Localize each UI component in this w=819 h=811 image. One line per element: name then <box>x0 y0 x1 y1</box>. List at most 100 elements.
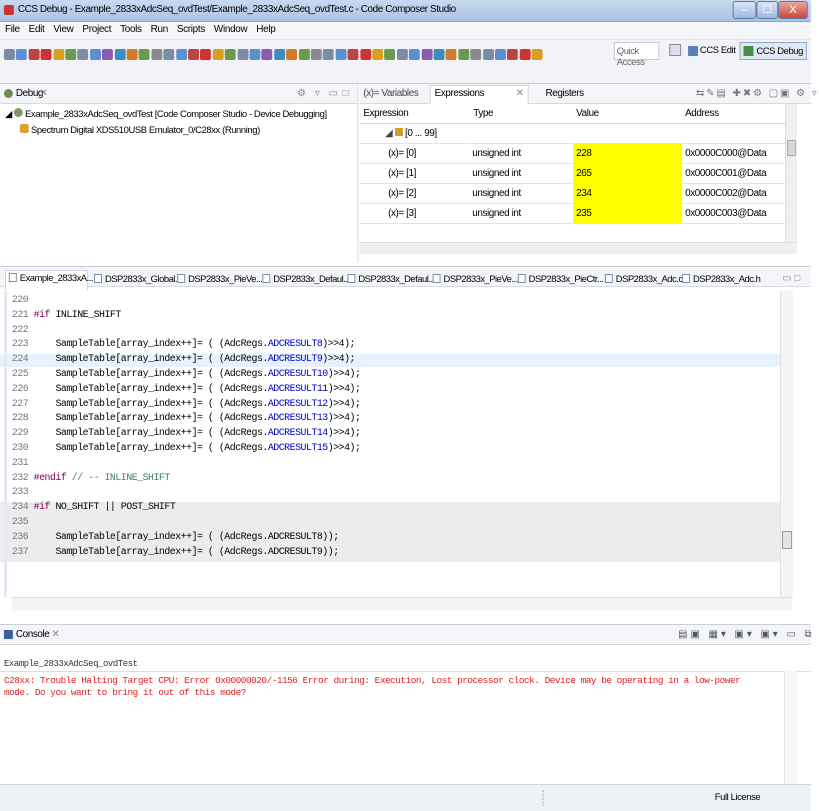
close-icon[interactable]: ✕ <box>51 629 59 640</box>
toolbar-button-icon[interactable] <box>458 49 470 60</box>
menu-file[interactable]: File <box>0 22 24 35</box>
toolbar-button-icon[interactable] <box>102 49 114 60</box>
editor-hscrollbar[interactable] <box>11 597 792 611</box>
toolbar-button-icon[interactable] <box>138 49 150 60</box>
maximize-view-icon[interactable]: □ <box>343 88 349 99</box>
expression-row[interactable]: (x)= [2] unsigned int 234 0x0000C002@Data <box>359 184 786 204</box>
editor-tab[interactable]: DSP2833x_PieVe... <box>430 272 521 288</box>
col-value[interactable]: Value <box>576 108 599 119</box>
toolbar-button-icon[interactable] <box>409 49 420 60</box>
toolbar-button-icon[interactable] <box>151 49 163 60</box>
menu-run[interactable]: Run <box>146 22 172 35</box>
editor-vscrollbar[interactable] <box>780 291 793 597</box>
toolbar-button-icon[interactable] <box>445 49 457 60</box>
toolbar-button-icon[interactable] <box>433 49 445 60</box>
editor-tab[interactable]: DSP2833x_PieVe... <box>174 272 265 288</box>
toolbar-button-icon[interactable] <box>274 49 285 60</box>
close-button[interactable]: X <box>778 1 808 19</box>
menu-view[interactable]: View <box>48 22 77 35</box>
editor-tab[interactable]: DSP2833x_Global... <box>91 272 184 288</box>
toolbar-button-icon[interactable] <box>519 49 531 60</box>
toolbar-button-icon[interactable] <box>65 49 77 60</box>
toolbar-button-icon[interactable] <box>310 49 322 60</box>
toolbar-button-icon[interactable] <box>396 49 408 60</box>
view-menu-icon[interactable]: ⚙ <box>297 88 306 99</box>
col-address[interactable]: Address <box>685 108 719 119</box>
toolbar-button-icon[interactable] <box>175 49 187 60</box>
toolbar-button-icon[interactable] <box>286 49 298 60</box>
menu-scripts[interactable]: Scripts <box>172 22 209 35</box>
close-icon[interactable]: ✕ <box>40 88 48 99</box>
console-tab[interactable]: Console <box>16 629 50 640</box>
toolbar-button-icon[interactable] <box>384 49 396 60</box>
toolbar-button-icon[interactable] <box>89 49 101 60</box>
scroll-thumb[interactable] <box>787 140 796 156</box>
toolbar-button-icon[interactable] <box>114 49 126 60</box>
maximize-editor-icon[interactable]: ▭ □ <box>782 273 800 284</box>
toolbar-button-icon[interactable] <box>335 49 347 60</box>
toolbar-button-icon[interactable] <box>53 49 64 60</box>
editor-tab[interactable]: DSP2833x_Adc.c <box>602 272 686 288</box>
tab-registers[interactable]: Registers <box>545 88 584 99</box>
editor-tab[interactable]: DSP2833x_Defaul... <box>345 272 438 288</box>
maximize-button[interactable]: ☐ <box>756 1 779 19</box>
expressions-toolbar-icons[interactable]: ⇆✎▤ ✚✖⚙ ▢▣ ⚙ ▿▭□ <box>696 88 819 99</box>
minimize-button[interactable]: – <box>732 1 757 19</box>
toolbar-button-icon[interactable] <box>347 49 359 60</box>
toolbar-button-icon[interactable] <box>323 49 335 60</box>
toolbar-button-icon[interactable] <box>224 49 236 60</box>
toolbar-button-icon[interactable] <box>495 49 506 60</box>
toolbar-button-icon[interactable] <box>212 49 224 60</box>
perspective-ccs-edit[interactable]: CCS Edit <box>687 42 737 60</box>
quick-access-input[interactable]: Quick Access <box>613 42 660 68</box>
toolbar-button-icon[interactable] <box>298 49 310 60</box>
toolbar-button-icon[interactable] <box>126 49 138 60</box>
expressions-scrollbar[interactable] <box>785 104 797 244</box>
toolbar-button-icon[interactable] <box>249 49 261 60</box>
col-type[interactable]: Type <box>473 108 493 119</box>
license-status[interactable]: Full License <box>715 792 761 803</box>
toolbar-button-icon[interactable] <box>188 49 199 60</box>
tab-expressions[interactable]: Expressions <box>435 88 485 99</box>
toolbar-button-icon[interactable] <box>531 49 543 60</box>
expressions-hscrollbar[interactable] <box>359 242 797 254</box>
toolbar-button-icon[interactable] <box>482 49 494 60</box>
col-expression[interactable]: Expression <box>363 108 408 119</box>
debug-tree-item-target[interactable]: Spectrum Digital XDS510USB Emulator_0/C2… <box>19 124 260 136</box>
expression-row[interactable]: (x)= [1] unsigned int 265 0x0000C001@Data <box>359 164 786 184</box>
toolbar-button-icon[interactable] <box>77 49 89 60</box>
editor-tab[interactable]: DSP2833x_Defaul... <box>259 272 352 288</box>
toolbar-button-icon[interactable] <box>421 49 433 60</box>
toolbar-button-icon[interactable] <box>16 49 28 60</box>
console-toolbar-icons[interactable]: ▤▣ ▦▾ ▣▾ ▣▾ ▭ ⧉ <box>678 629 814 640</box>
expression-row[interactable]: (x)= [3] unsigned int 235 0x0000C003@Data <box>359 204 786 224</box>
code-area[interactable]: 220 221 #if INLINE_SHIFT 222 223 SampleTable… <box>0 291 811 597</box>
toolbar-button-icon[interactable] <box>237 49 249 60</box>
menu-window[interactable]: Window <box>209 22 251 35</box>
perspective-ccs-debug[interactable]: CCS Debug <box>739 42 807 60</box>
editor-tab[interactable]: DSP2833x_PieCtr... <box>515 272 607 288</box>
chevron-down-icon[interactable]: ▿ <box>315 88 320 99</box>
close-icon[interactable]: ✕ <box>516 88 524 99</box>
menu-project[interactable]: Project <box>77 22 115 35</box>
toolbar-button-icon[interactable] <box>3 49 15 60</box>
toolbar-button-icon[interactable] <box>507 49 519 60</box>
toolbar-button-icon[interactable] <box>372 49 384 60</box>
editor-tab[interactable]: Example_2833xA... <box>4 270 93 290</box>
toolbar-button-icon[interactable] <box>261 49 273 60</box>
editor-tab[interactable]: DSP2833x_Adc.h <box>679 272 763 288</box>
menu-edit[interactable]: Edit <box>24 22 49 35</box>
minimize-view-icon[interactable]: ▭ <box>329 88 338 99</box>
tab-variables[interactable]: (x)= Variables <box>363 88 418 99</box>
toolbar-button-icon[interactable] <box>40 49 52 60</box>
menu-help[interactable]: Help <box>251 22 279 35</box>
debug-tree-item-session[interactable]: ◢ Example_2833xAdcSeq_ovdTest [Code Comp… <box>5 108 327 120</box>
scroll-thumb[interactable] <box>782 531 792 549</box>
toolbar-button-icon[interactable] <box>359 49 371 60</box>
toolbar-button-icon[interactable] <box>470 49 482 60</box>
open-perspective-icon[interactable] <box>669 44 682 56</box>
group-row[interactable]: ◢ [0 ... 99] <box>359 124 470 144</box>
toolbar-button-icon[interactable] <box>28 49 40 60</box>
toolbar-button-icon[interactable] <box>163 49 175 60</box>
menu-tools[interactable]: Tools <box>115 22 146 35</box>
